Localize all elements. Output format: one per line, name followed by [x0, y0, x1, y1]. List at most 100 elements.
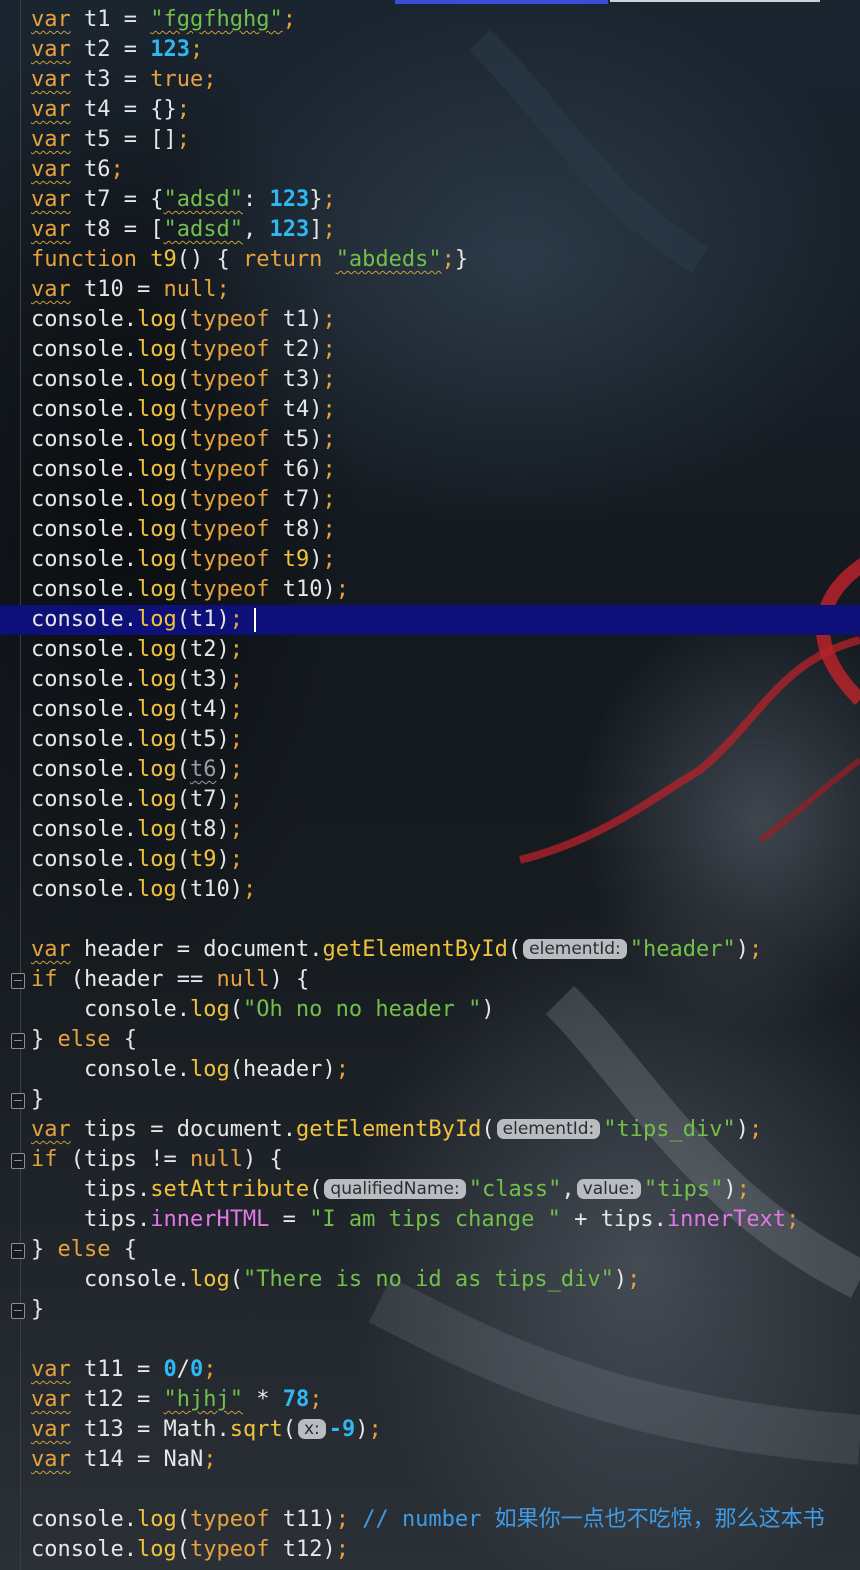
keyword: var — [31, 1417, 71, 1442]
code-line[interactable]: var t10 = null; — [0, 275, 860, 305]
code-line[interactable]: console.log(typeof t10); — [0, 575, 860, 605]
fold-marker-icon[interactable] — [11, 1303, 25, 1319]
code-line[interactable]: console.log(typeof t11); // number 如果你一点… — [0, 1505, 860, 1535]
code-line[interactable]: } — [0, 1295, 860, 1325]
identifier: t5 — [84, 127, 111, 152]
blank-line[interactable] — [0, 1475, 860, 1505]
method-name: log — [136, 607, 177, 632]
code-line[interactable]: console.log(typeof t6); — [0, 455, 860, 485]
code-line[interactable]: var t7 = {"adsd": 123}; — [0, 185, 860, 215]
code-line[interactable]: console.log(typeof t9); — [0, 545, 860, 575]
keyword: typeof — [189, 337, 270, 362]
console-object: console — [31, 667, 124, 692]
code-line[interactable]: console.log("Oh no no header ") — [0, 995, 860, 1025]
keyword: var — [31, 1117, 71, 1142]
string-literal: "class" — [468, 1177, 562, 1202]
code-editor[interactable]: var t1 = "fggfhghg"; var t2 = 123; var t… — [0, 5, 860, 1565]
inactive-tab-indicator[interactable] — [610, 0, 820, 2]
code-line[interactable]: tips.innerHTML = "I am tips change " + t… — [0, 1205, 860, 1235]
code-line[interactable]: } else { — [0, 1025, 860, 1055]
code-line[interactable]: console.log(typeof t5); — [0, 425, 860, 455]
keyword: var — [31, 7, 71, 32]
code-line[interactable]: if (header == null) { — [0, 965, 860, 995]
method-name: log — [189, 1267, 230, 1292]
code-line[interactable]: var t12 = "hjhj" * 78; — [0, 1385, 860, 1415]
string-literal: "There is no id as tips_div" — [242, 1267, 614, 1292]
identifier: tips — [600, 1207, 654, 1232]
code-line[interactable]: console.log(t3); — [0, 665, 860, 695]
code-line[interactable]: var t13 = Math.sqrt(x: -9); — [0, 1415, 860, 1445]
console-object: console — [31, 517, 124, 542]
current-line[interactable]: console.log(t1); — [0, 605, 860, 635]
code-line[interactable]: var t6; — [0, 155, 860, 185]
code-line[interactable]: } else { — [0, 1235, 860, 1265]
code-line[interactable]: console.log(typeof t3); — [0, 365, 860, 395]
code-line[interactable]: var header = document.getElementById(ele… — [0, 935, 860, 965]
string-literal: "header" — [629, 937, 736, 962]
code-line[interactable]: } — [0, 1085, 860, 1115]
string-literal: "tips" — [643, 1177, 724, 1202]
function-name: t9 — [189, 847, 217, 872]
code-line[interactable]: var t3 = true; — [0, 65, 860, 95]
identifier: t11 — [84, 1357, 124, 1382]
code-line[interactable]: console.log(header); — [0, 1055, 860, 1085]
code-line[interactable]: console.log(t6); — [0, 755, 860, 785]
active-tab-indicator[interactable] — [395, 0, 608, 4]
code-line[interactable]: var t14 = NaN; — [0, 1445, 860, 1475]
fold-marker-icon[interactable] — [11, 1153, 25, 1169]
code-line[interactable]: console.log(typeof t7); — [0, 485, 860, 515]
code-line[interactable]: var t5 = []; — [0, 125, 860, 155]
fold-marker-icon[interactable] — [11, 973, 25, 989]
code-line[interactable]: if (tips != null) { — [0, 1145, 860, 1175]
code-line[interactable]: console.log(t5); — [0, 725, 860, 755]
blank-line[interactable] — [0, 905, 860, 935]
code-line[interactable]: var t11 = 0/0; — [0, 1355, 860, 1385]
code-line[interactable]: console.log(typeof t2); — [0, 335, 860, 365]
method-name: log — [136, 457, 177, 482]
code-line[interactable]: tips.setAttribute(qualifiedName: "class",… — [0, 1175, 860, 1205]
identifier: t2 — [84, 37, 111, 62]
keyword: typeof — [189, 367, 270, 392]
fold-marker-icon[interactable] — [11, 1033, 25, 1049]
keyword: if — [31, 967, 58, 992]
fold-marker-icon[interactable] — [11, 1243, 25, 1259]
number-literal: 123 — [269, 187, 310, 212]
code-line[interactable]: var t1 = "fggfhghg"; — [0, 5, 860, 35]
code-line[interactable]: var tips = document.getElementById(eleme… — [0, 1115, 860, 1145]
code-line[interactable]: console.log(t8); — [0, 815, 860, 845]
console-object: console — [31, 397, 124, 422]
identifier: t14 — [84, 1447, 124, 1472]
code-line[interactable]: console.log(t9); — [0, 845, 860, 875]
identifier: t11 — [282, 1507, 323, 1532]
code-line[interactable]: console.log("There is no id as tips_div"… — [0, 1265, 860, 1295]
fold-marker-icon[interactable] — [11, 1093, 25, 1109]
method-name: log — [189, 997, 230, 1022]
keyword: var — [31, 937, 71, 962]
blank-line[interactable] — [0, 1325, 860, 1355]
code-line[interactable]: console.log(typeof t12); — [0, 1535, 860, 1565]
string-literal: "fggfhghg" — [150, 7, 283, 32]
number-literal: -9 — [328, 1417, 356, 1442]
keyword: typeof — [189, 1507, 270, 1532]
code-line[interactable]: console.log(t2); — [0, 635, 860, 665]
code-line[interactable]: var t4 = {}; — [0, 95, 860, 125]
console-object: console — [31, 337, 124, 362]
identifier: tips — [83, 1177, 137, 1202]
code-line[interactable]: console.log(typeof t8); — [0, 515, 860, 545]
editor-tab-strip[interactable] — [0, 0, 860, 4]
code-line[interactable]: var t2 = 123; — [0, 35, 860, 65]
code-line[interactable]: console.log(t7); — [0, 785, 860, 815]
identifier: t7 — [282, 487, 310, 512]
parameter-hint: qualifiedName: — [324, 1179, 466, 1199]
code-line[interactable]: console.log(t4); — [0, 695, 860, 725]
number-literal: 0 — [190, 1357, 204, 1382]
console-object: console — [83, 1057, 177, 1082]
identifier: t6 — [84, 157, 111, 182]
code-line[interactable]: function t9() { return "abdeds";} — [0, 245, 860, 275]
code-line[interactable]: var t8 = ["adsd", 123]; — [0, 215, 860, 245]
code-line[interactable]: console.log(typeof t4); — [0, 395, 860, 425]
code-line[interactable]: console.log(t10); — [0, 875, 860, 905]
code-line[interactable]: console.log(typeof t1); — [0, 305, 860, 335]
console-object: console — [31, 307, 124, 332]
identifier: tips — [83, 1207, 137, 1232]
